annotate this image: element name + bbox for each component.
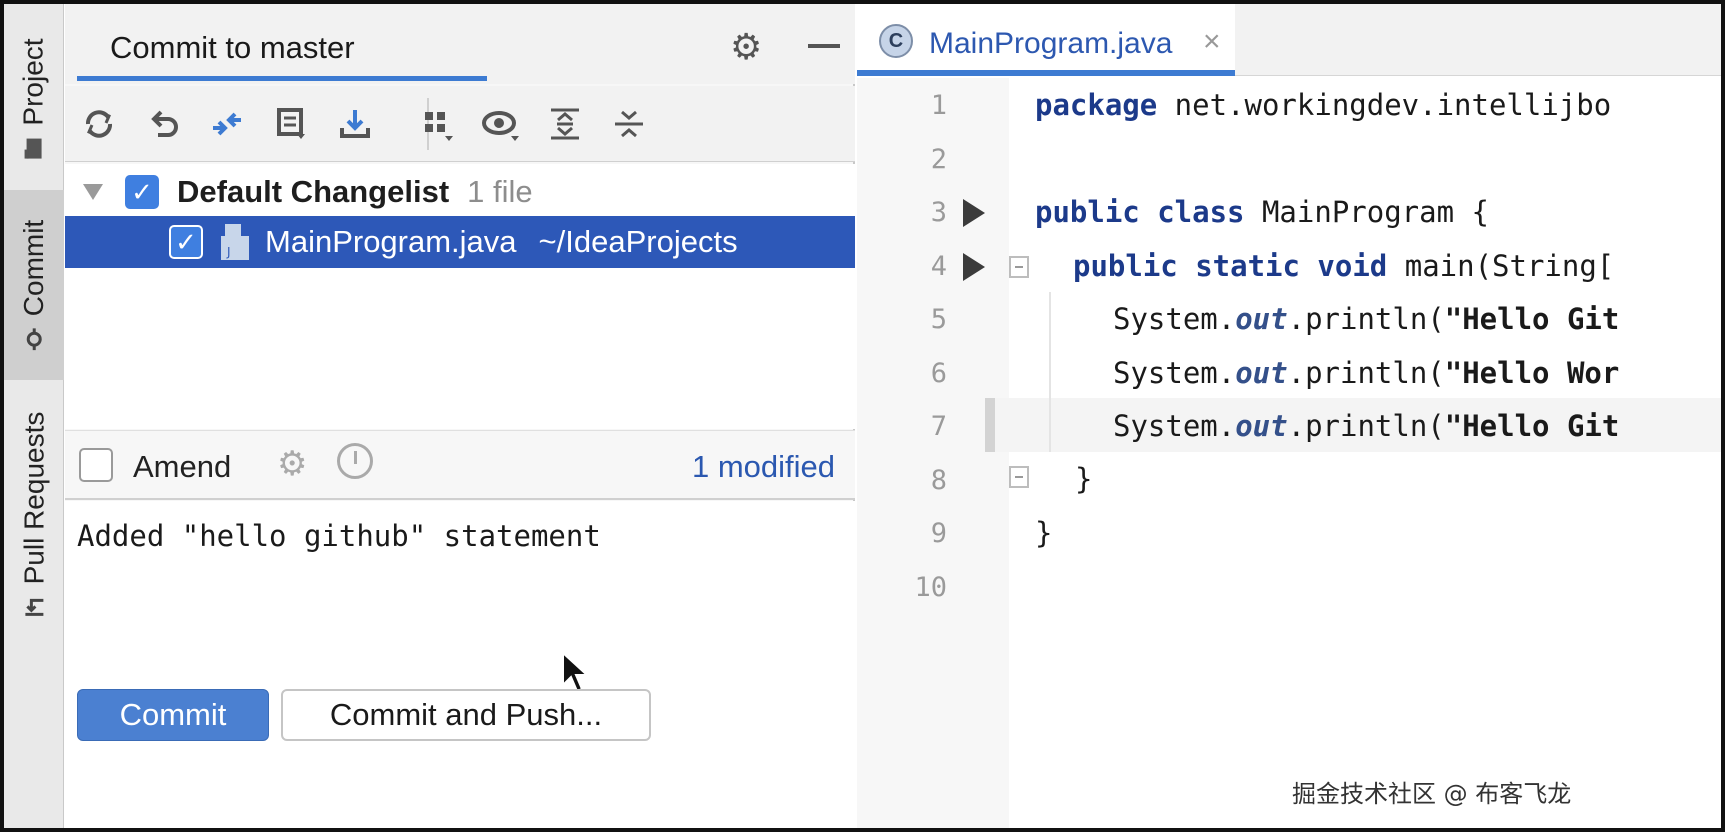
update-icon[interactable] [331, 100, 379, 148]
shelve-icon[interactable] [267, 100, 315, 148]
code-editor: C MainProgram.java × 1 2 3 4 5 6 7 8 9 1… [857, 4, 1721, 828]
line-number: 4 [930, 251, 947, 282]
line-number: 3 [930, 197, 947, 228]
code-string: "Hello Wor [1444, 356, 1620, 390]
code-line-4[interactable]: public static void main(String[ [1073, 249, 1614, 283]
code-string: "Hello Git [1444, 302, 1620, 336]
diff-icon[interactable] [203, 100, 251, 148]
changelist-row[interactable]: ✓ Default Changelist 1 file [65, 166, 855, 218]
folder-icon [25, 138, 42, 159]
file-path: ~/IdeaProjects [538, 224, 738, 259]
code-text: .println( [1287, 356, 1445, 390]
code-text: System. [1113, 302, 1236, 336]
history-clock-icon[interactable] [337, 443, 373, 479]
java-file-icon: J [219, 222, 253, 262]
code-text: main(String[ [1387, 249, 1615, 283]
ide-window: Project Commit Pull Requests Commit to m… [0, 0, 1725, 832]
line-number: 7 [930, 411, 947, 442]
group-by-icon[interactable] [413, 100, 461, 148]
tab-commit-label: Commit [18, 219, 50, 317]
code-field: out [1235, 409, 1288, 443]
code-keyword: package [1035, 88, 1158, 122]
code-line-3[interactable]: public class MainProgram { [1035, 195, 1489, 229]
line-number: 1 [930, 90, 947, 121]
tab-commit[interactable]: Commit [4, 190, 64, 380]
java-class-icon: C [879, 24, 913, 58]
code-line-7[interactable]: System.out.println("Hello Git [1113, 409, 1619, 443]
line-number: 8 [930, 465, 947, 496]
settings-gear-icon[interactable]: ⚙ [730, 26, 762, 68]
code-line-8[interactable]: } [1075, 462, 1092, 496]
editor-tab-bar: C MainProgram.java × [857, 4, 1721, 76]
run-class-icon[interactable] [963, 199, 985, 227]
commit-toolbar [65, 86, 855, 162]
refresh-icon[interactable] [75, 100, 123, 148]
commit-message-text[interactable]: Added "hello github" statement [77, 519, 601, 553]
indent-guide [1049, 292, 1051, 452]
code-line-6[interactable]: System.out.println("Hello Wor [1113, 356, 1619, 390]
code-text: MainProgram { [1244, 195, 1489, 229]
tab-project-label: Project [18, 38, 49, 126]
tab-pull-requests[interactable]: Pull Requests [4, 402, 64, 627]
editor-tab-title[interactable]: MainProgram.java [929, 27, 1172, 61]
expand-all-icon[interactable] [541, 100, 589, 148]
line-number: 6 [930, 358, 947, 389]
changelist-checkbox[interactable]: ✓ [125, 175, 159, 209]
commit-node-icon [26, 328, 42, 351]
code-text: .println( [1287, 302, 1445, 336]
editor-tab-underline [857, 70, 1235, 76]
code-text: net.workingdev.intellijbo [1157, 88, 1612, 122]
commit-options-gear-icon[interactable]: ⚙ [277, 444, 307, 484]
file-checkbox[interactable]: ✓ [169, 225, 203, 259]
file-name: MainProgram.java [265, 224, 517, 259]
view-options-icon[interactable] [477, 100, 525, 148]
code-line-5[interactable]: System.out.println("Hello Git [1113, 302, 1619, 336]
line-number: 9 [930, 518, 947, 549]
commit-panel-header: Commit to master ⚙ [65, 4, 855, 84]
code-field: out [1235, 302, 1288, 336]
code-keyword: public class [1035, 195, 1245, 229]
svg-text:J: J [226, 245, 231, 259]
commit-button[interactable]: Commit [77, 689, 269, 741]
code-line-9[interactable]: } [1035, 516, 1052, 550]
fold-start-icon[interactable] [1009, 256, 1029, 278]
fold-end-icon[interactable] [1009, 466, 1029, 488]
code-keyword: public static void [1073, 249, 1388, 283]
expand-arrow-icon[interactable] [83, 184, 103, 200]
active-tab-underline [77, 76, 487, 81]
pull-request-icon [25, 598, 44, 616]
line-number: 10 [914, 572, 947, 603]
code-string: "Hello Git [1444, 409, 1620, 443]
code-line-1[interactable]: package net.workingdev.intellijbo [1035, 88, 1611, 122]
tool-window-strip: Project Commit Pull Requests [4, 4, 64, 828]
changelist-file-count: 1 file [467, 174, 533, 209]
code-text: System. [1113, 409, 1236, 443]
commit-message-editor[interactable]: Added "hello github" statement Commit Co… [65, 501, 855, 828]
amend-label[interactable]: Amend [133, 449, 231, 485]
editor-tab[interactable]: C MainProgram.java × [857, 4, 1235, 76]
line-number: 5 [930, 304, 947, 335]
minimize-icon[interactable] [808, 44, 840, 48]
modified-count-link[interactable]: 1 modified [692, 449, 835, 485]
changes-tree: ✓ Default Changelist 1 file ✓ J MainProg… [65, 164, 855, 429]
editor-gutter: 1 2 3 4 5 6 7 8 9 10 [857, 78, 1009, 828]
commit-and-push-button[interactable]: Commit and Push... [281, 689, 651, 741]
file-row[interactable]: ✓ J MainProgram.java ~/IdeaProjects [65, 216, 855, 268]
watermark: 掘金技术社区 @ 布客飞龙 [1292, 780, 1572, 808]
rollback-icon[interactable] [139, 100, 187, 148]
commit-panel-title[interactable]: Commit to master [110, 30, 355, 66]
code-text: System. [1113, 356, 1236, 390]
collapse-all-icon[interactable] [605, 100, 653, 148]
tab-project[interactable]: Project [4, 24, 64, 174]
tab-pull-requests-label: Pull Requests [18, 411, 50, 584]
commit-panel: Commit to master ⚙ ✓ Default Changelist … [65, 4, 855, 828]
code-text: .println( [1287, 409, 1445, 443]
run-main-icon[interactable] [963, 253, 985, 281]
changelist-name: Default Changelist [177, 174, 450, 209]
line-number: 2 [930, 144, 947, 175]
amend-checkbox[interactable] [79, 448, 113, 482]
amend-bar: Amend ⚙ 1 modified [65, 430, 855, 500]
code-field: out [1235, 356, 1288, 390]
close-icon[interactable]: × [1203, 25, 1221, 59]
